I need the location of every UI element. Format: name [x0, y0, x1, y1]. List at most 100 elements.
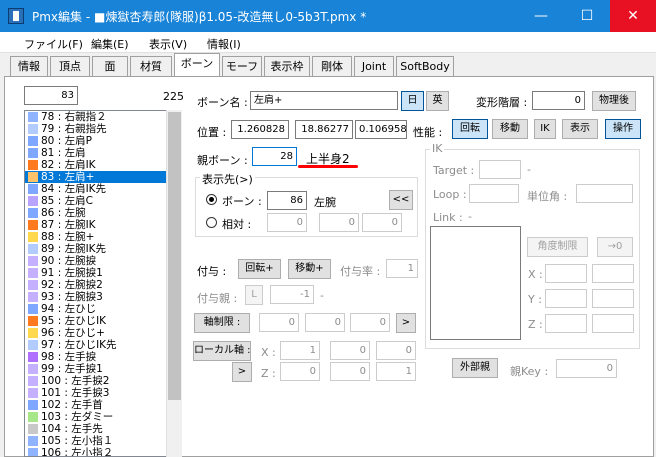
bone-list-item[interactable]: 91 : 左腕捩1: [25, 267, 181, 279]
tab-joint[interactable]: Joint: [354, 56, 394, 77]
bone-list-item[interactable]: 102 : 左手首: [25, 399, 181, 411]
bone-index-input[interactable]: 83: [24, 86, 78, 105]
bone-list-item[interactable]: 78 : 右親指２: [25, 111, 181, 123]
bone-name-input[interactable]: 左肩+: [250, 91, 398, 110]
parent-bone-input[interactable]: 28: [252, 147, 297, 166]
bone-list-item[interactable]: 98 : 左手捩: [25, 351, 181, 363]
bone-list-item[interactable]: 90 : 左腕捩: [25, 255, 181, 267]
tab-bone[interactable]: ボーン: [174, 53, 220, 77]
ik-y-max-input[interactable]: [592, 289, 634, 308]
relative-radio[interactable]: [206, 217, 217, 228]
local-axis-button[interactable]: ローカル軸 :: [193, 341, 251, 361]
position-z-input[interactable]: 0.1069584: [355, 120, 407, 139]
axis-limit-button[interactable]: 軸制限 :: [194, 313, 250, 333]
tab-display-frame[interactable]: 表示枠: [264, 56, 310, 77]
flag-operate-button[interactable]: 操作: [605, 119, 641, 139]
grant-move-button[interactable]: 移動+: [288, 259, 331, 279]
local-z1-input[interactable]: 0: [280, 362, 320, 381]
bone-list-item[interactable]: 88 : 左腕+: [25, 231, 181, 243]
axis-y-input[interactable]: 0: [305, 313, 345, 332]
tab-material[interactable]: 材質: [130, 56, 172, 77]
bone-list-item[interactable]: 96 : 左ひじ+: [25, 327, 181, 339]
ik-unit-angle-input[interactable]: [576, 184, 633, 203]
external-parent-button[interactable]: 外部親: [452, 358, 498, 378]
local-x1-input[interactable]: 1: [280, 341, 320, 360]
tab-morph[interactable]: モーフ: [222, 56, 262, 77]
local-z3-input[interactable]: 1: [376, 362, 416, 381]
relative-x-input[interactable]: 0: [267, 213, 307, 232]
grant-rate-input[interactable]: 1: [386, 259, 418, 278]
flag-display-button[interactable]: 表示: [562, 119, 598, 139]
minimize-button[interactable]: —: [518, 0, 564, 32]
target-bone-input[interactable]: 86: [267, 191, 307, 210]
menu-file[interactable]: ファイル(F): [24, 36, 83, 52]
bone-list-item[interactable]: 92 : 左腕捩2: [25, 279, 181, 291]
grant-rotate-button[interactable]: 回転+: [238, 259, 281, 279]
bone-list-item[interactable]: 81 : 左肩: [25, 147, 181, 159]
bone-list-item[interactable]: 106 : 左小指２: [25, 447, 181, 456]
bone-list-item[interactable]: 93 : 左腕捩3: [25, 291, 181, 303]
close-button[interactable]: ✕: [610, 0, 656, 32]
menu-info[interactable]: 情報(I): [207, 36, 241, 52]
after-physics-button[interactable]: 物理後: [592, 91, 636, 111]
flag-ik-button[interactable]: IK: [534, 119, 556, 139]
grant-parent-input[interactable]: -1: [270, 285, 314, 304]
ik-loop-input[interactable]: [469, 184, 519, 203]
ik-target-input[interactable]: [479, 160, 521, 179]
relative-z-input[interactable]: 0: [362, 213, 402, 232]
tab-vertex[interactable]: 頂点: [50, 56, 90, 77]
bone-radio[interactable]: [206, 194, 217, 205]
bone-list-item[interactable]: 89 : 左腕IK先: [25, 243, 181, 255]
axis-limit-arrow-button[interactable]: >: [396, 313, 416, 333]
bone-list-item[interactable]: 105 : 左小指１: [25, 435, 181, 447]
bone-list-item[interactable]: 100 : 左手捩2: [25, 375, 181, 387]
position-y-input[interactable]: 18.86277: [295, 120, 353, 139]
local-axis-arrow-button[interactable]: >: [232, 362, 252, 382]
tab-softbody[interactable]: SoftBody: [396, 56, 454, 77]
scrollbar-thumb[interactable]: [168, 112, 181, 400]
menu-edit[interactable]: 編集(E): [91, 36, 129, 52]
axis-z-input[interactable]: 0: [350, 313, 390, 332]
tab-rigid-body[interactable]: 剛体: [312, 56, 352, 77]
maximize-button[interactable]: ☐: [564, 0, 610, 32]
bone-list-item[interactable]: 97 : 左ひじIK先: [25, 339, 181, 351]
angle-limit-button[interactable]: 角度制限: [527, 237, 588, 257]
bone-list-item[interactable]: 82 : 左肩IK: [25, 159, 181, 171]
tab-info[interactable]: 情報: [10, 56, 48, 77]
english-name-button[interactable]: 英: [426, 91, 449, 111]
bone-list-item[interactable]: 94 : 左ひじ: [25, 303, 181, 315]
deform-level-input[interactable]: 0: [532, 91, 585, 110]
bone-list-item[interactable]: 104 : 左手先: [25, 423, 181, 435]
to-zero-button[interactable]: →0: [597, 237, 633, 257]
ik-x-min-input[interactable]: [545, 264, 587, 283]
bone-list-item[interactable]: 86 : 左腕: [25, 207, 181, 219]
prev-target-button[interactable]: <<: [389, 190, 413, 210]
local-x2-input[interactable]: 0: [330, 341, 370, 360]
position-x-input[interactable]: 1.260828: [231, 120, 289, 139]
ik-z-min-input[interactable]: [545, 314, 587, 333]
local-z2-input[interactable]: 0: [330, 362, 370, 381]
title-bar[interactable]: Pmx編集 - ■煉獄杏寿郎(隊服)β1.05-改造無し0-5b3T.pmx *…: [0, 0, 656, 32]
ik-z-max-input[interactable]: [592, 314, 634, 333]
bone-list[interactable]: 78 : 右親指２ 79 : 右親指先 80 : 左肩P 81 : 左肩 82 : 左肩…: [24, 110, 182, 457]
menu-view[interactable]: 表示(V): [149, 36, 187, 52]
bone-list-item[interactable]: 84 : 左肩IK先: [25, 183, 181, 195]
relative-y-input[interactable]: 0: [319, 213, 359, 232]
bone-list-item[interactable]: 80 : 左肩P: [25, 135, 181, 147]
bone-list-item[interactable]: 95 : 左ひじIK: [25, 315, 181, 327]
grant-parent-l-button[interactable]: L: [245, 285, 263, 305]
bone-list-item[interactable]: 83 : 左肩+: [25, 171, 181, 183]
bone-list-item[interactable]: 101 : 左手捩3: [25, 387, 181, 399]
ik-x-max-input[interactable]: [592, 264, 634, 283]
parent-key-input[interactable]: 0: [556, 359, 617, 378]
flag-move-button[interactable]: 移動: [492, 119, 528, 139]
bone-list-item[interactable]: 99 : 左手捩1: [25, 363, 181, 375]
japanese-name-button[interactable]: 日: [401, 91, 424, 111]
tab-face[interactable]: 面: [92, 56, 128, 77]
axis-x-input[interactable]: 0: [259, 313, 299, 332]
bone-list-scrollbar[interactable]: [166, 110, 182, 457]
flag-rotate-button[interactable]: 回転: [452, 119, 488, 139]
bone-list-item[interactable]: 103 : 左ダミー: [25, 411, 181, 423]
bone-list-item[interactable]: 87 : 左腕IK: [25, 219, 181, 231]
ik-link-list[interactable]: [430, 226, 521, 340]
